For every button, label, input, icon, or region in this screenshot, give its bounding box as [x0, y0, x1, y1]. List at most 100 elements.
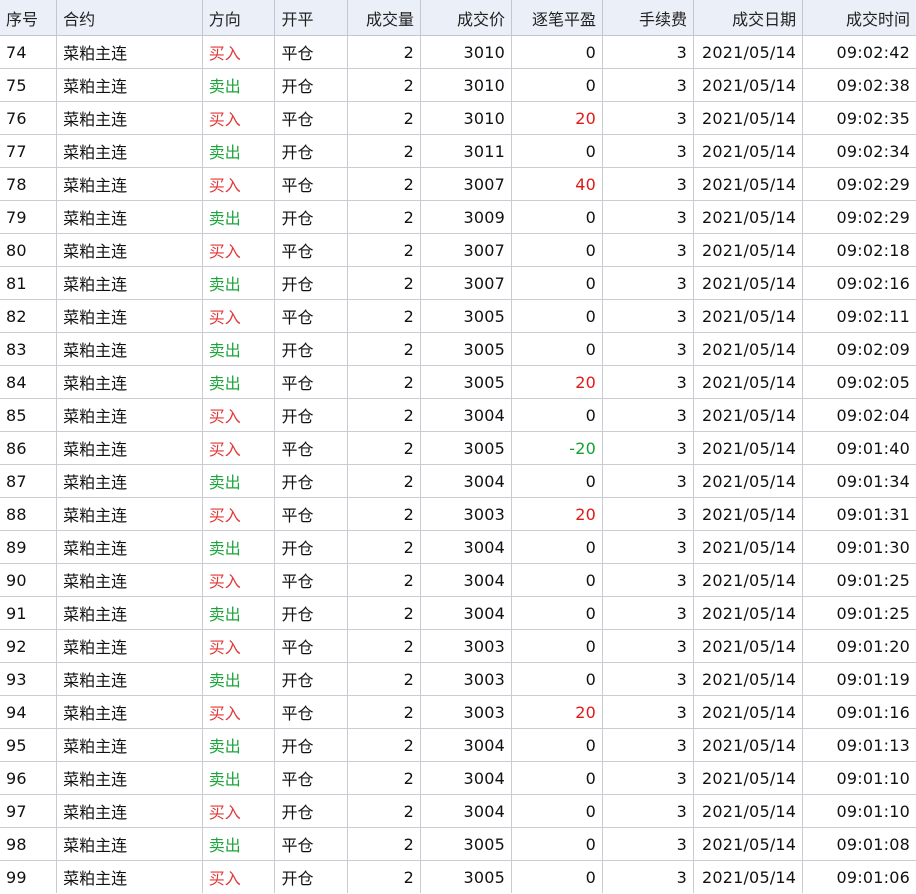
- column-header-direction[interactable]: 方向: [201, 0, 276, 36]
- cell-contract: 菜粕主连: [56, 68, 203, 102]
- table-row[interactable]: 76 菜粕主连 买入 平仓 2 3010 20 3 2021/05/14 09:02:35: [0, 101, 916, 135]
- cell-offset: 开仓: [274, 662, 349, 696]
- cell-fee: 3: [602, 398, 694, 432]
- cell-time: 09:02:42: [802, 35, 916, 69]
- cell-id: 83: [0, 332, 58, 366]
- cell-pnl: 0: [511, 530, 603, 564]
- table-row[interactable]: 80 菜粕主连 买入 平仓 2 3007 0 3 2021/05/14 09:02:18: [0, 233, 916, 267]
- cell-contract: 菜粕主连: [56, 233, 203, 267]
- cell-id: 75: [0, 68, 58, 102]
- cell-time: 09:02:05: [802, 365, 916, 399]
- table-row[interactable]: 87 菜粕主连 卖出 开仓 2 3004 0 3 2021/05/14 09:01:34: [0, 464, 916, 498]
- cell-price: 3003: [420, 497, 513, 531]
- table-row[interactable]: 79 菜粕主连 卖出 开仓 2 3009 0 3 2021/05/14 09:02:29: [0, 200, 916, 234]
- cell-price: 3003: [420, 629, 513, 663]
- cell-volume: 2: [347, 794, 422, 828]
- table-row[interactable]: 89 菜粕主连 卖出 开仓 2 3004 0 3 2021/05/14 09:01:30: [0, 530, 916, 564]
- column-header-price[interactable]: 成交价: [420, 0, 513, 36]
- cell-direction: 买入: [201, 167, 276, 201]
- cell-offset: 开仓: [274, 596, 349, 630]
- cell-price: 3004: [420, 728, 513, 762]
- cell-price: 3009: [420, 200, 513, 234]
- cell-volume: 2: [347, 35, 422, 69]
- table-row[interactable]: 88 菜粕主连 买入 平仓 2 3003 20 3 2021/05/14 09:01:31: [0, 497, 916, 531]
- column-header-offset[interactable]: 开平: [274, 0, 349, 36]
- cell-volume: 2: [347, 68, 422, 102]
- table-row[interactable]: 96 菜粕主连 卖出 平仓 2 3004 0 3 2021/05/14 09:01:10: [0, 761, 916, 795]
- table-row[interactable]: 82 菜粕主连 买入 平仓 2 3005 0 3 2021/05/14 09:02:11: [0, 299, 916, 333]
- column-header-fee[interactable]: 手续费: [602, 0, 694, 36]
- cell-time: 09:01:19: [802, 662, 916, 696]
- cell-offset: 平仓: [274, 629, 349, 663]
- cell-offset: 开仓: [274, 530, 349, 564]
- cell-time: 09:02:38: [802, 68, 916, 102]
- cell-price: 3011: [420, 134, 513, 168]
- column-header-id[interactable]: 序号: [0, 0, 58, 36]
- table-row[interactable]: 95 菜粕主连 卖出 开仓 2 3004 0 3 2021/05/14 09:01:13: [0, 728, 916, 762]
- cell-date: 2021/05/14: [692, 497, 804, 531]
- table-row[interactable]: 75 菜粕主连 卖出 开仓 2 3010 0 3 2021/05/14 09:02:38: [0, 68, 916, 102]
- column-header-time[interactable]: 成交时间: [802, 0, 916, 36]
- cell-direction: 卖出: [201, 761, 276, 795]
- cell-id: 98: [0, 827, 58, 861]
- cell-offset: 开仓: [274, 134, 349, 168]
- table-row[interactable]: 85 菜粕主连 买入 开仓 2 3004 0 3 2021/05/14 09:02:04: [0, 398, 916, 432]
- table-row[interactable]: 94 菜粕主连 买入 平仓 2 3003 20 3 2021/05/14 09:01:16: [0, 695, 916, 729]
- cell-price: 3005: [420, 827, 513, 861]
- table-row[interactable]: 74 菜粕主连 买入 平仓 2 3010 0 3 2021/05/14 09:02:42: [0, 35, 916, 69]
- cell-time: 09:01:08: [802, 827, 916, 861]
- table-row[interactable]: 99 菜粕主连 买入 开仓 2 3005 0 3 2021/05/14 09:01:06: [0, 860, 916, 893]
- cell-offset: 平仓: [274, 695, 349, 729]
- cell-date: 2021/05/14: [692, 266, 804, 300]
- cell-time: 09:02:29: [802, 167, 916, 201]
- cell-pnl: 20: [511, 101, 603, 135]
- cell-contract: 菜粕主连: [56, 266, 203, 300]
- table-row[interactable]: 92 菜粕主连 买入 平仓 2 3003 0 3 2021/05/14 09:01:20: [0, 629, 916, 663]
- table-row[interactable]: 81 菜粕主连 卖出 开仓 2 3007 0 3 2021/05/14 09:02:16: [0, 266, 916, 300]
- cell-id: 99: [0, 860, 58, 893]
- cell-contract: 菜粕主连: [56, 497, 203, 531]
- cell-pnl: 0: [511, 464, 603, 498]
- cell-contract: 菜粕主连: [56, 299, 203, 333]
- cell-pnl: 20: [511, 365, 603, 399]
- cell-id: 89: [0, 530, 58, 564]
- cell-offset: 平仓: [274, 365, 349, 399]
- table-row[interactable]: 91 菜粕主连 卖出 开仓 2 3004 0 3 2021/05/14 09:01:25: [0, 596, 916, 630]
- cell-contract: 菜粕主连: [56, 860, 203, 893]
- column-header-volume[interactable]: 成交量: [347, 0, 422, 36]
- cell-contract: 菜粕主连: [56, 134, 203, 168]
- cell-offset: 平仓: [274, 431, 349, 465]
- table-row[interactable]: 90 菜粕主连 买入 平仓 2 3004 0 3 2021/05/14 09:01:25: [0, 563, 916, 597]
- cell-date: 2021/05/14: [692, 728, 804, 762]
- column-header-date[interactable]: 成交日期: [692, 0, 804, 36]
- cell-time: 09:02:35: [802, 101, 916, 135]
- cell-contract: 菜粕主连: [56, 530, 203, 564]
- table-row[interactable]: 93 菜粕主连 卖出 开仓 2 3003 0 3 2021/05/14 09:01:19: [0, 662, 916, 696]
- cell-id: 78: [0, 167, 58, 201]
- cell-pnl: 0: [511, 860, 603, 893]
- cell-id: 87: [0, 464, 58, 498]
- cell-time: 09:02:09: [802, 332, 916, 366]
- cell-fee: 3: [602, 200, 694, 234]
- cell-fee: 3: [602, 299, 694, 333]
- cell-date: 2021/05/14: [692, 299, 804, 333]
- table-row[interactable]: 78 菜粕主连 买入 平仓 2 3007 40 3 2021/05/14 09:02:29: [0, 167, 916, 201]
- table-row[interactable]: 83 菜粕主连 卖出 开仓 2 3005 0 3 2021/05/14 09:02:09: [0, 332, 916, 366]
- column-header-contract[interactable]: 合约: [56, 0, 203, 36]
- table-row[interactable]: 86 菜粕主连 买入 平仓 2 3005 -20 3 2021/05/14 09:01:40: [0, 431, 916, 465]
- cell-id: 77: [0, 134, 58, 168]
- cell-direction: 买入: [201, 860, 276, 893]
- cell-contract: 菜粕主连: [56, 629, 203, 663]
- cell-volume: 2: [347, 398, 422, 432]
- table-row[interactable]: 84 菜粕主连 卖出 平仓 2 3005 20 3 2021/05/14 09:02:05: [0, 365, 916, 399]
- cell-volume: 2: [347, 530, 422, 564]
- cell-pnl: 0: [511, 200, 603, 234]
- cell-offset: 平仓: [274, 563, 349, 597]
- table-row[interactable]: 98 菜粕主连 卖出 平仓 2 3005 0 3 2021/05/14 09:01:08: [0, 827, 916, 861]
- cell-date: 2021/05/14: [692, 365, 804, 399]
- table-row[interactable]: 77 菜粕主连 卖出 开仓 2 3011 0 3 2021/05/14 09:02:34: [0, 134, 916, 168]
- column-header-pnl[interactable]: 逐笔平盈: [511, 0, 603, 36]
- table-row[interactable]: 97 菜粕主连 买入 开仓 2 3004 0 3 2021/05/14 09:01:10: [0, 794, 916, 828]
- cell-direction: 买入: [201, 35, 276, 69]
- cell-volume: 2: [347, 761, 422, 795]
